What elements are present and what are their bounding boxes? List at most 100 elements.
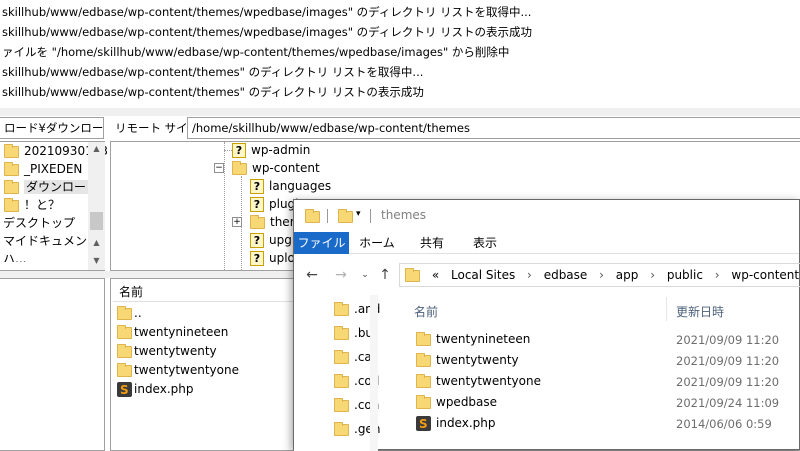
tree-item[interactable]: ダウンロード (4, 178, 101, 196)
column-header-name[interactable]: 名前 (119, 283, 143, 301)
log-line: skillhub/www/edbase/wp-content/themes" の… (2, 65, 424, 79)
navigation-pane[interactable]: .and .bur .cac .cod .con .gen (294, 295, 380, 451)
folder-icon (117, 324, 132, 339)
chevron-right-icon[interactable]: › (599, 264, 604, 286)
scrollbar[interactable] (370, 295, 378, 451)
folder-icon (4, 143, 19, 158)
folder-icon (4, 197, 19, 212)
breadcrumb-item[interactable]: Local Sites (451, 264, 515, 286)
file-date: 2021/09/09 11:20 (676, 354, 780, 368)
file-row[interactable]: twentytwentyone (416, 372, 541, 390)
tab-home[interactable]: ホーム (352, 232, 402, 254)
file-row[interactable]: wpedbase (416, 393, 497, 411)
navigation-bar: ← → ⌄ ↑ « Local Sites › edbase › app › p… (294, 260, 800, 290)
message-log: skillhub/www/edbase/wp-content/themes/wp… (0, 0, 800, 108)
breadcrumb-item[interactable]: wp-content (731, 264, 799, 286)
tree-item[interactable]: ? uplo (250, 249, 295, 267)
chevron-right-icon[interactable]: › (527, 264, 532, 286)
tree-item[interactable]: ? plugi (250, 195, 299, 213)
tree-item[interactable]: ハ... (0, 250, 26, 262)
tab-file[interactable]: ファイル (294, 232, 349, 254)
chevron-right-icon[interactable]: › (650, 264, 655, 286)
scroll-up-icon[interactable]: ▲ (88, 144, 105, 153)
file-row[interactable]: twentynineteen (416, 330, 530, 348)
ribbon-tabs: ファイル ホーム 共有 表示 (294, 232, 799, 254)
scroll-down-icon[interactable]: ▼ (88, 256, 105, 265)
tree-item[interactable]: マイドキュメント (0, 232, 99, 250)
new-folder-icon[interactable] (338, 209, 353, 223)
folder-icon (334, 421, 349, 436)
scroll-thumb[interactable] (90, 212, 103, 230)
folder-icon (416, 352, 431, 367)
column-header-date[interactable]: 更新日時 (676, 303, 724, 320)
recent-dropdown-icon[interactable]: ⌄ (354, 264, 376, 286)
file-row[interactable]: index.php (117, 380, 193, 399)
file-row[interactable]: .. (117, 304, 142, 322)
question-icon: ? (232, 143, 246, 158)
folder-icon (232, 160, 247, 175)
file-date: 2021/09/09 11:20 (676, 333, 780, 347)
file-row[interactable]: twentytwentyone (117, 361, 239, 379)
address-bar[interactable]: « Local Sites › edbase › app › public › … (399, 263, 800, 287)
folder-icon (334, 325, 349, 340)
quick-access-dropdown-icon[interactable]: ▾ (356, 209, 361, 219)
question-icon: ? (250, 197, 264, 212)
breadcrumb-item[interactable]: public (667, 264, 703, 286)
tree-item[interactable]: wp-content (232, 159, 320, 177)
remote-path-input[interactable]: /home/skillhub/www/edbase/wp-content/the… (187, 117, 800, 139)
file-date: 2021/09/24 11:09 (676, 396, 780, 410)
tab-share[interactable]: 共有 (407, 232, 457, 254)
file-row[interactable]: twentytwenty (416, 351, 519, 369)
tree-item[interactable]: デスクトップ (0, 214, 75, 232)
log-line: ァイルを "/home/skillhub/www/edbase/wp-conte… (2, 45, 510, 59)
file-date: 2021/09/09 11:20 (676, 375, 780, 389)
folder-icon (305, 209, 320, 223)
folder-icon (405, 267, 420, 282)
folder-icon (334, 349, 349, 364)
breadcrumb-item[interactable]: app (616, 264, 639, 286)
folder-icon (117, 362, 132, 377)
expand-icon[interactable]: + (232, 217, 242, 227)
title-bar[interactable]: ▾ themes (294, 200, 799, 232)
local-path-input[interactable]: ロード¥ダウンロード¥ (0, 117, 104, 139)
folder-icon (4, 179, 19, 194)
folder-icon (4, 161, 19, 176)
question-icon: ? (250, 233, 264, 248)
column-header-name[interactable]: 名前 (414, 303, 438, 320)
tree-item[interactable]: ? wp-admin (232, 141, 310, 159)
collapse-icon[interactable]: − (214, 163, 224, 173)
tree-item[interactable]: _PIXEDEN (4, 160, 82, 178)
file-row[interactable]: twentytwenty (117, 342, 217, 360)
up-arrow-icon[interactable]: ↑ (374, 264, 396, 286)
tree-item[interactable]: ！と？ (4, 196, 60, 214)
file-row[interactable]: twentynineteen (117, 323, 228, 341)
log-line: skillhub/www/edbase/wp-content/themes/wp… (2, 5, 532, 19)
folder-icon (416, 331, 431, 346)
breadcrumb-overflow[interactable]: « (432, 264, 439, 286)
log-line: skillhub/www/edbase/wp-content/themes" の… (2, 85, 424, 99)
back-arrow-icon[interactable]: ← (301, 264, 323, 286)
file-date: 2014/06/06 0:59 (676, 417, 772, 431)
tree-item[interactable]: ? upgr (250, 231, 297, 249)
question-icon: ? (250, 251, 264, 266)
folder-icon (117, 305, 132, 320)
scroll-up-icon[interactable]: ▲ (88, 238, 105, 247)
file-list[interactable]: 名前 更新日時 twentynineteen 2021/09/09 11:20 … (394, 295, 800, 451)
explorer-window[interactable]: ▾ themes ファイル ホーム 共有 表示 ← → ⌄ ↑ « Local … (293, 199, 800, 451)
window-title: themes (381, 208, 427, 222)
breadcrumb-item[interactable]: edbase (544, 264, 588, 286)
chevron-right-icon[interactable]: › (715, 264, 720, 286)
file-row[interactable]: index.php (416, 414, 495, 433)
local-file-list-partial[interactable] (0, 278, 105, 451)
folder-icon (250, 214, 265, 229)
php-file-icon (117, 381, 132, 399)
scrollbar[interactable]: ▲ ▲ ▼ (88, 142, 105, 270)
tab-view[interactable]: 表示 (460, 232, 510, 254)
splitter[interactable] (0, 108, 800, 116)
folder-icon (334, 301, 349, 316)
folder-icon (117, 343, 132, 358)
local-tree[interactable]: 20210930113 _PIXEDEN ダウンロード ！と？ デスクトップ マ… (0, 141, 108, 271)
forward-arrow-icon[interactable]: → (330, 264, 352, 286)
tree-item[interactable]: ? languages (250, 177, 331, 195)
log-line: skillhub/www/edbase/wp-content/themes/wp… (2, 25, 532, 39)
